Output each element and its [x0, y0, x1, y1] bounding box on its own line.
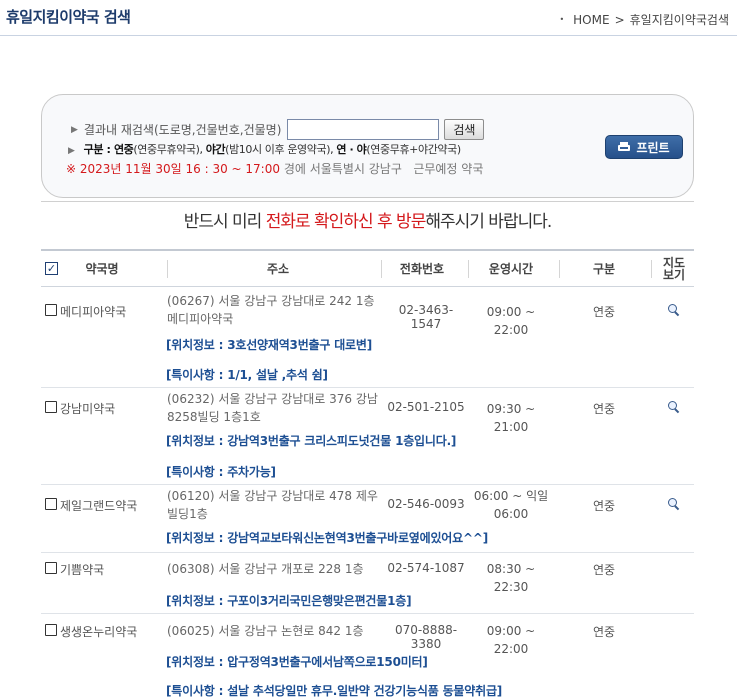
header-map: 지도 보기 [654, 251, 694, 287]
search-label: 결과내 재검색(도로명,건물번호,건물명) [83, 123, 282, 137]
printer-icon [618, 142, 631, 152]
header-map-line2: 보기 [662, 268, 686, 282]
location-info: [위치정보 : 압구정역3번출구에서남쪽으로150미터] [166, 655, 428, 669]
pharmacy-kind: 연중 [592, 625, 616, 639]
date-suffix: 경에 [280, 162, 310, 176]
special-note: [특이사항 : 설날 추석당일만 휴무.일반약 건강기능식품 동물약취급] [166, 684, 503, 698]
header-hours: 운영시간 [488, 262, 534, 276]
row-checkbox[interactable] [45, 562, 57, 574]
notice-divider [41, 201, 694, 202]
location-info: [위치정보 : 강남역3번출구 크리스피도넛건물 1층입니다.] [166, 434, 457, 448]
search-input[interactable] [287, 119, 440, 140]
pharmacy-address: (06025) 서울 강남구 논현로 842 1층 [167, 624, 364, 638]
pharmacy-phone: 02-574-1087 [387, 561, 465, 575]
header-name: 약국명 [85, 262, 119, 276]
notice-highlight: 전화로 확인하신 후 방문 [265, 212, 427, 232]
legend-label: 구분 : [83, 143, 114, 156]
pharmacy-name[interactable]: 메디피아약국 [60, 303, 126, 320]
title-divider [0, 35, 737, 36]
row-checkbox[interactable] [45, 304, 57, 316]
table-row: 제일그랜드약국 (06120) 서울 강남구 강남대로 478 제우빌딩1층 0… [41, 485, 694, 553]
pharmacy-hours: 06:00 ~ 익일 06:00 [473, 489, 549, 521]
row-checkbox[interactable] [45, 401, 57, 413]
pharmacy-kind: 연중 [592, 499, 616, 513]
pharmacy-address: (06267) 서울 강남구 강남대로 242 1층 메디피아약국 [167, 294, 375, 326]
location-info: [위치정보 : 강남역교보타워신논현역3번출구바로옆에있어요^^] [166, 531, 488, 545]
table-row: 강남미약국 (06232) 서울 강남구 강남대로 376 강남8258빌딩 1… [41, 388, 694, 485]
legend-desc-both: (연중무휴+야간약국) [366, 143, 461, 156]
magnifier-icon[interactable] [668, 304, 680, 316]
region-text: 서울특별시 강남구 [309, 162, 402, 176]
legend-term-yearround: 연중 [113, 143, 134, 156]
row-checkbox[interactable] [45, 498, 57, 510]
pharmacy-address: (06120) 서울 강남구 강남대로 478 제우빌딩1층 [167, 489, 378, 521]
triangle-bullet-icon: ▶ [68, 146, 75, 156]
select-all-checkbox[interactable]: ✓ [45, 262, 58, 275]
location-info: [위치정보 : 구포이3거리국민은행맞은편건물1층] [166, 594, 412, 608]
breadcrumb-separator: > [614, 12, 625, 27]
pharmacy-name[interactable]: 강남미약국 [60, 400, 115, 417]
header-phone: 전화번호 [399, 262, 445, 276]
pharmacy-phone: 02-3463-1547 [398, 303, 454, 331]
header-separator [651, 260, 652, 278]
magnifier-icon[interactable] [668, 401, 680, 413]
print-label: 프린트 [636, 140, 670, 155]
pharmacy-hours: 09:30 ~ 21:00 [486, 402, 536, 434]
legend-term-both: 연 · 야 [336, 143, 367, 156]
triangle-bullet-icon: ▶ [71, 124, 78, 135]
search-row: ▶ 결과내 재검색(도로명,건물번호,건물명) 검색 [71, 119, 485, 140]
row-checkbox[interactable] [45, 624, 57, 636]
pharmacy-name[interactable]: 제일그랜드약국 [60, 497, 137, 514]
legend-row: ▶ 구분 : 연중(연중무휴약국), 야간(밤10시 이후 운영약국), 연 ·… [68, 141, 461, 157]
breadcrumb-current: 휴일지킴이약국검색 [629, 13, 729, 27]
breadcrumb-home[interactable]: HOME [573, 13, 609, 27]
header-address: 주소 [266, 262, 290, 276]
magnifier-icon[interactable] [668, 498, 680, 510]
notice-banner: 반드시 미리 전화로 확인하신 후 방문해주시기 바랍니다. [41, 207, 694, 232]
table-row: 메디피아약국 (06267) 서울 강남구 강남대로 242 1층 메디피아약국… [41, 289, 694, 388]
notice-pre: 반드시 미리 [183, 212, 266, 232]
pharmacy-address: (06308) 서울 강남구 개포로 228 1층 [167, 562, 364, 576]
pharmacy-phone: 070-8888-3380 [394, 623, 458, 651]
table-row: 생생온누리약국 (06025) 서울 강남구 논현로 842 1층 070-88… [41, 614, 694, 698]
special-note: [특이사항 : 1/1, 설날 ,추석 쉼] [166, 368, 328, 382]
breadcrumb: • HOME > 휴일지킴이약국검색 [559, 11, 729, 28]
pharmacy-phone: 02-501-2105 [387, 400, 465, 414]
pharmacy-kind: 연중 [592, 402, 616, 416]
print-button[interactable]: 프린트 [605, 135, 683, 159]
bullet-icon: • [559, 15, 565, 24]
pharmacy-name[interactable]: 기쁨약국 [60, 561, 104, 578]
pharmacy-name[interactable]: 생생온누리약국 [60, 623, 137, 640]
pharmacy-phone: 02-546-0093 [387, 497, 465, 511]
legend-term-night: 야간 [205, 143, 226, 156]
pharmacy-kind: 연중 [592, 563, 616, 577]
header-kind: 구분 [592, 262, 616, 276]
legend-desc-yearround: (연중무휴약국) [133, 143, 200, 156]
table-row: 기쁨약국 (06308) 서울 강남구 개포로 228 1층 02-574-10… [41, 553, 694, 614]
pharmacy-hours: 08:30 ~ 22:30 [486, 562, 536, 594]
notice-post: 해주시기 바랍니다. [425, 212, 552, 232]
pharmacy-hours: 09:00 ~ 22:00 [486, 305, 536, 337]
legend-desc-night: (밤10시 이후 운영약국) [225, 143, 331, 156]
date-range: ※ 2023년 11월 30일 16 : 30 ~ 17:00 [66, 162, 280, 176]
pharmacy-kind: 연중 [592, 305, 616, 319]
page-title: 휴일지킴이약국 검색 [6, 8, 131, 26]
pharmacy-hours: 09:00 ~ 22:00 [486, 624, 536, 656]
search-button[interactable]: 검색 [444, 119, 485, 140]
duty-text: 근무예정 약국 [413, 162, 484, 176]
date-row: ※ 2023년 11월 30일 16 : 30 ~ 17:00 경에 서울특별시… [66, 160, 483, 177]
search-panel: ▶ 결과내 재검색(도로명,건물번호,건물명) 검색 ▶ 구분 : 연중(연중무… [41, 94, 694, 198]
pharmacy-address: (06232) 서울 강남구 강남대로 376 강남8258빌딩 1층1호 [167, 392, 378, 424]
special-note: [특이사항 : 주차가능] [166, 465, 276, 479]
table-header: ✓ 약국명 주소 전화번호 운영시간 구분 지도 보기 [41, 249, 694, 287]
location-info: [위치정보 : 3호선양재역3번출구 대로변] [166, 338, 373, 352]
